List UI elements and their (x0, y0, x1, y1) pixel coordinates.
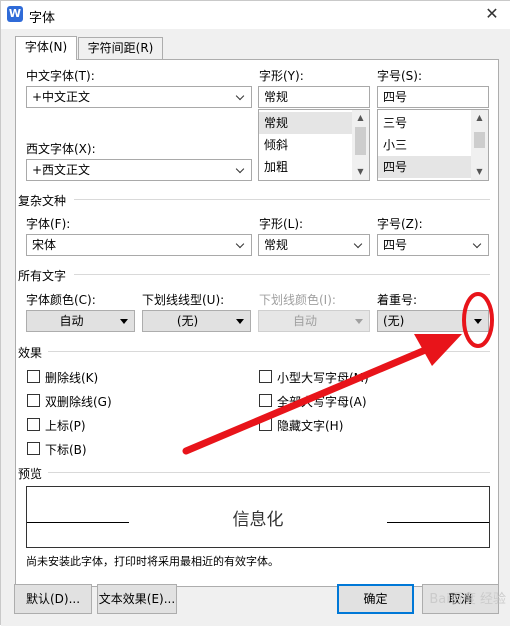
small-caps-checkbox[interactable] (259, 370, 272, 383)
caret-down-icon (236, 319, 244, 324)
size-label: 字号(S): (377, 67, 422, 84)
double-strikethrough-checkbox[interactable] (27, 394, 40, 407)
chevron-down-icon (472, 235, 484, 255)
chevron-down-icon (235, 87, 247, 107)
complex-style-label: 字形(L): (259, 215, 303, 232)
scroll-down-icon[interactable]: ▼ (471, 164, 488, 180)
double-strikethrough-label[interactable]: 双删除线(G) (45, 393, 112, 410)
complex-section-title: 复杂文种 (18, 192, 66, 209)
divider (48, 472, 490, 473)
list-item[interactable]: 倾斜 (259, 134, 352, 156)
caret-down-icon (120, 319, 128, 324)
list-item[interactable]: 常规 (259, 112, 352, 134)
all-caps-checkbox[interactable] (259, 394, 272, 407)
preview-section-title: 预览 (18, 465, 42, 482)
hidden-text-label[interactable]: 隐藏文字(H) (277, 417, 343, 434)
style-input[interactable]: 常规 (258, 86, 370, 108)
size-input[interactable]: 四号 (377, 86, 489, 108)
superscript-label[interactable]: 上标(P) (45, 417, 86, 434)
divider (74, 274, 490, 275)
subscript-label[interactable]: 下标(B) (45, 441, 87, 458)
underline-color-value: 自动 (259, 311, 351, 331)
strikethrough-checkbox[interactable] (27, 370, 40, 383)
superscript-checkbox[interactable] (27, 418, 40, 431)
list-item[interactable]: 小三 (378, 134, 471, 156)
caret-down-icon (355, 319, 363, 324)
strikethrough-label[interactable]: 删除线(K) (45, 369, 98, 386)
text-effects-button[interactable]: 文本效果(E)... (97, 584, 177, 614)
complex-style-select[interactable]: 常规 (258, 234, 370, 256)
chevron-down-icon (353, 235, 365, 255)
form-layer: 中文字体(T): 字形(Y): 字号(S): +中文正文 常规 四号 常规 倾斜… (0, 0, 510, 625)
default-button[interactable]: 默认(D)... (14, 584, 92, 614)
complex-size-label: 字号(Z): (377, 215, 423, 232)
style-scrollbar[interactable]: ▲ ▼ (352, 110, 369, 180)
scroll-thumb[interactable] (474, 132, 485, 148)
all-caps-label[interactable]: 全部大写字母(A) (277, 393, 367, 410)
watermark: Bai百度 经验 (429, 588, 506, 607)
hidden-text-checkbox[interactable] (259, 418, 272, 431)
divider (48, 351, 490, 352)
font-missing-note: 尚未安装此字体，打印时将采用最相近的有效字体。 (26, 553, 279, 569)
size-list[interactable]: 三号 小三 四号 ▲ ▼ (377, 109, 489, 181)
ok-button[interactable]: 确定 (337, 584, 414, 614)
underline-type-value: (无) (143, 311, 232, 331)
subscript-checkbox[interactable] (27, 442, 40, 455)
western-font-label: 西文字体(X): (26, 140, 96, 157)
emphasis-value: (无) (378, 311, 470, 331)
style-label: 字形(Y): (259, 67, 304, 84)
complex-size-select[interactable]: 四号 (377, 234, 489, 256)
underline-color-label: 下划线颜色(I): (259, 291, 336, 308)
size-scrollbar[interactable]: ▲ ▼ (471, 110, 488, 180)
list-item[interactable]: 四号 (378, 156, 471, 178)
underline-type-label: 下划线线型(U): (142, 291, 224, 308)
western-font-value: +西文正文 (32, 163, 90, 177)
scroll-thumb[interactable] (355, 127, 366, 155)
effects-section-title: 效果 (18, 344, 42, 361)
chinese-font-select[interactable]: +中文正文 (26, 86, 252, 108)
small-caps-label[interactable]: 小型大写字母(M) (277, 369, 369, 386)
chevron-down-icon (235, 160, 247, 180)
emphasis-label: 着重号: (377, 291, 417, 308)
all-text-section-title: 所有文字 (18, 267, 66, 284)
list-item[interactable]: 加粗 (259, 156, 352, 178)
complex-font-value: 宋体 (32, 238, 56, 252)
complex-style-value: 常规 (264, 238, 288, 252)
divider (74, 199, 490, 200)
font-color-label: 字体颜色(C): (26, 291, 96, 308)
font-color-button[interactable]: 自动 (26, 310, 135, 332)
underline-color-button: 自动 (258, 310, 370, 332)
western-font-select[interactable]: +西文正文 (26, 159, 252, 181)
font-color-value: 自动 (27, 311, 116, 331)
scroll-down-icon[interactable]: ▼ (352, 164, 369, 180)
scroll-up-icon[interactable]: ▲ (352, 110, 369, 126)
chevron-down-icon (235, 235, 247, 255)
caret-down-icon (474, 319, 482, 324)
emphasis-button[interactable]: (无) (377, 310, 489, 332)
complex-size-value: 四号 (383, 238, 407, 252)
complex-font-select[interactable]: 宋体 (26, 234, 252, 256)
scroll-up-icon[interactable]: ▲ (471, 110, 488, 126)
list-item[interactable]: 三号 (378, 112, 471, 134)
complex-font-label: 字体(F): (26, 215, 70, 232)
chinese-font-label: 中文字体(T): (26, 67, 95, 84)
chinese-font-value: +中文正文 (32, 90, 90, 104)
underline-type-button[interactable]: (无) (142, 310, 251, 332)
style-list[interactable]: 常规 倾斜 加粗 ▲ ▼ (258, 109, 370, 181)
